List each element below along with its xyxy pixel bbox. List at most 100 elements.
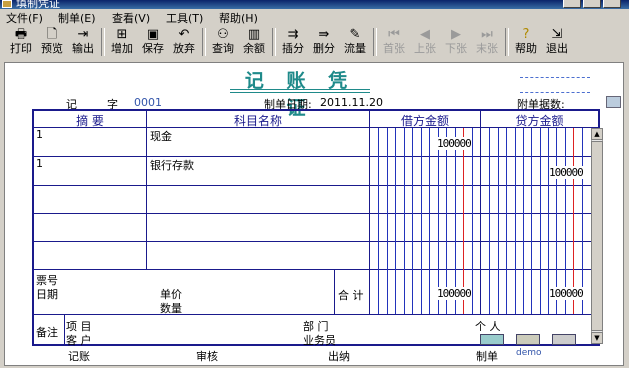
prev-button[interactable]: ◀ 上张 (410, 27, 440, 57)
header-account: 科目名称 (233, 114, 282, 128)
quantity-label: 数量 (160, 302, 182, 315)
digit-divider (489, 128, 490, 314)
preview-button[interactable]: 🗋 预览 (37, 27, 67, 57)
export-icon: ⇥ (77, 27, 89, 42)
menu-tools[interactable]: 工具(T) (166, 10, 203, 26)
first-page-icon: ⏮ (388, 27, 400, 42)
delete-line-icon: ⇛ (318, 27, 330, 42)
digit-divider (387, 128, 388, 314)
next-page-icon: ▶ (451, 27, 461, 42)
print-button[interactable]: 🖶 打印 (6, 27, 36, 57)
row-summary[interactable]: 1 (36, 128, 43, 141)
title-bar (0, 0, 629, 9)
insert-line-button[interactable]: ⇉ 插分 (278, 27, 308, 57)
scroll-up-button[interactable]: ▲ (591, 128, 603, 140)
dashed-field (520, 77, 590, 78)
first-button[interactable]: ⏮ 首张 (379, 27, 409, 57)
voucher-number[interactable]: 0001 (134, 96, 162, 109)
total-label: 合 计 (338, 289, 364, 302)
attachment-icon[interactable] (606, 96, 621, 108)
help-icon: ? (522, 27, 530, 42)
digit-divider (531, 128, 532, 314)
row-credit[interactable]: 100000 (549, 166, 584, 179)
reviewer-label: 审核 (196, 350, 218, 363)
digit-divider (515, 128, 516, 314)
last-page-icon: ⏭ (481, 27, 493, 42)
add-icon: ⊞ (116, 27, 128, 42)
maker-name: demo (516, 348, 542, 358)
insert-line-icon: ⇉ (287, 27, 299, 42)
undo-icon: ↶ (178, 27, 190, 42)
dashed-field (520, 92, 590, 93)
help-button[interactable]: ? 帮助 (511, 27, 541, 57)
discard-button[interactable]: ↶ 放弃 (169, 27, 199, 57)
save-button[interactable]: ▣ 保存 (138, 27, 168, 57)
total-debit: 100000 (437, 287, 472, 300)
digit-divider (472, 128, 473, 314)
digit-divider (378, 128, 379, 314)
maker-label: 制单 (476, 350, 498, 363)
note-label: 备注 (36, 326, 58, 339)
menu-help[interactable]: 帮助(H) (219, 10, 258, 26)
title-underline (230, 89, 370, 90)
add-button[interactable]: ⊞ 增加 (107, 27, 137, 57)
scroll-thumb[interactable] (591, 141, 603, 331)
maximize-button[interactable] (583, 0, 601, 8)
scroll-down-button[interactable]: ▼ (591, 332, 603, 344)
query-button[interactable]: ⚇ 查询 (208, 27, 238, 57)
digit-divider (412, 128, 413, 314)
toolbar-separator (202, 28, 206, 56)
row-account[interactable]: 银行存款 (150, 157, 194, 173)
menu-make[interactable]: 制单(E) (58, 10, 96, 26)
digit-divider (540, 128, 541, 314)
person-lookup-icon[interactable] (480, 334, 504, 345)
total-credit: 100000 (549, 287, 584, 300)
exit-icon: ⇲ (551, 27, 563, 42)
digit-divider (506, 128, 507, 314)
ticket-date-label: 日期 (36, 288, 58, 301)
minimize-button[interactable] (563, 0, 581, 8)
card-lookup-icon[interactable] (516, 334, 540, 345)
salesman-label: 业务员 (303, 334, 336, 347)
person-label: 个 人 (475, 320, 501, 333)
header-credit: 贷方金额 (515, 114, 564, 128)
digit-divider (404, 128, 405, 314)
digit-divider (498, 128, 499, 314)
printer-icon: 🖶 (14, 27, 28, 42)
flow-button[interactable]: ✎ 流量 (340, 27, 370, 57)
header-summary: 摘 要 (76, 114, 104, 128)
voucher-date[interactable]: 2011.11.20 (320, 96, 383, 109)
toolbar-separator (272, 28, 276, 56)
customer-label: 客 户 (66, 334, 92, 347)
row-summary[interactable]: 1 (36, 157, 43, 170)
toolbar-separator (373, 28, 377, 56)
bar-chart-icon: ▥ (247, 27, 261, 42)
balance-button[interactable]: ▥ 余额 (239, 27, 269, 57)
digit-divider (395, 128, 396, 314)
toolbar-separator (505, 28, 509, 56)
toolbar-separator (101, 28, 105, 56)
menu-file[interactable]: 文件(F) (6, 10, 43, 26)
exit-button[interactable]: ⇲ 退出 (542, 27, 572, 57)
row-account[interactable]: 现金 (150, 128, 172, 144)
digit-divider (429, 128, 430, 314)
close-button[interactable] (603, 0, 621, 8)
binoculars-icon: ⚇ (217, 27, 229, 42)
export-button[interactable]: ⇥ 输出 (68, 27, 98, 57)
digit-divider (421, 128, 422, 314)
preview-icon: 🗋 (46, 27, 58, 42)
last-button[interactable]: ⏭ 末张 (472, 27, 502, 57)
app-icon (2, 0, 12, 8)
menu-view[interactable]: 查看(V) (112, 10, 150, 26)
title-underline (230, 92, 370, 93)
save-icon: ▣ (146, 27, 160, 42)
pen-lookup-icon[interactable] (552, 334, 576, 345)
delete-line-button[interactable]: ⇛ 删分 (309, 27, 339, 57)
row-debit[interactable]: 100000 (437, 137, 472, 150)
cashier-label: 出纳 (328, 350, 350, 363)
bookkeeper-label: 记账 (68, 350, 90, 363)
flow-icon: ✎ (349, 27, 361, 42)
digit-divider (523, 128, 524, 314)
header-debit: 借方金额 (400, 114, 449, 128)
next-button[interactable]: ▶ 下张 (441, 27, 471, 57)
